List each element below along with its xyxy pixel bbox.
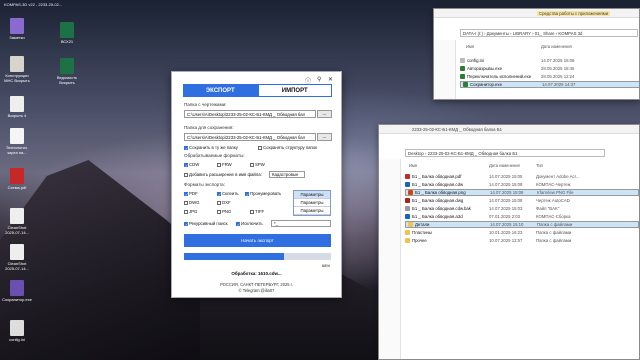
file-row[interactable]: Б1 _ Балка обводная.pdf 14.07.2025 15:05 Д… bbox=[405, 173, 639, 180]
desktop-icon[interactable]: Вскрыть 4 bbox=[2, 96, 32, 118]
frw-checkbox[interactable]: FRW bbox=[217, 162, 232, 167]
col-name[interactable]: Имя bbox=[409, 163, 417, 168]
tab-import[interactable]: ИМПОРТ bbox=[257, 84, 332, 97]
address-bar[interactable]: Desktop › 2233-25-02-КС-Б1-КМД _ Обводна… bbox=[405, 149, 605, 157]
top-title: KOMPAS-3D v22 - 2233-25-02... bbox=[4, 2, 63, 7]
keep-structure-checkbox[interactable]: Сохранять структуру папок bbox=[258, 145, 317, 150]
desktop-icon[interactable]: Конструкции МНС Вскрыть bbox=[2, 56, 32, 83]
file-row[interactable]: Б1 _ Балка обводная.cdw.bak 14.07.2025 15… bbox=[405, 205, 639, 212]
file-row[interactable]: Б1 _ Балка обводная.a3d 07.01.2025 2:03 КО… bbox=[405, 213, 639, 220]
add-ext-field[interactable]: Кадастровые bbox=[269, 171, 305, 178]
footer-location: РОССИЯ, САНКТ-ПЕТЕРБУРГ, 2025 г. bbox=[220, 282, 293, 287]
save-path-field[interactable]: C:\Users\A\Desktop\2233-25-02-КС-Б1-КМД … bbox=[184, 133, 316, 141]
desktop-icon[interactable]: config.ini bbox=[2, 320, 32, 342]
exclude-checkbox[interactable]: ✓ Исключить bbox=[236, 221, 263, 226]
jpg-checkbox[interactable]: JPG bbox=[184, 209, 197, 214]
number-checkbox[interactable]: ✓ Пронумеровать bbox=[245, 191, 281, 196]
pdf-icon bbox=[405, 174, 410, 179]
mode-tabs: ЭКСПОРТ ИМПОРТ bbox=[183, 84, 332, 97]
folder-icon bbox=[405, 238, 410, 243]
file-row[interactable]: config.ini 14.07.2025 15:08 bbox=[460, 57, 639, 64]
exe-icon bbox=[460, 66, 465, 71]
drawings-path-field[interactable]: C:\Users\A\Desktop\2233-25-02-КС-Б1-КМД … bbox=[184, 110, 316, 118]
col-type[interactable]: Тип bbox=[536, 163, 543, 168]
png-checkbox[interactable]: PNG bbox=[217, 209, 231, 214]
progress-bar bbox=[184, 253, 331, 260]
desktop-icon[interactable]: CleanShot 2025-07-14... bbox=[2, 244, 32, 271]
close-icon[interactable]: ✕ bbox=[328, 76, 333, 83]
explorer-window-top: Средства работы с приложениями DATA-I (I… bbox=[433, 8, 640, 100]
nav-pane bbox=[434, 40, 456, 99]
folder-row[interactable]: Прочее 10.07.2025 12:57 Папка с файлами bbox=[405, 237, 639, 244]
drawings-label: Папка с чертежами: bbox=[184, 102, 227, 107]
file-row[interactable]: Б1 _ Балка обводная.png 14.07.2025 15:08 I… bbox=[405, 189, 639, 196]
pin-icon[interactable]: ⚲ bbox=[317, 76, 321, 83]
tiff-checkbox[interactable]: TIFF bbox=[250, 209, 264, 214]
exe-icon bbox=[460, 74, 465, 79]
pdf-checkbox[interactable]: ✓ PDF bbox=[184, 191, 198, 196]
dwg-icon bbox=[405, 198, 410, 203]
desktop-icon[interactable]: CleanShot 2025-07-14... bbox=[2, 208, 32, 235]
merge-checkbox[interactable]: ✓ Склеить bbox=[217, 191, 239, 196]
col-date[interactable]: Дата изменения bbox=[489, 163, 520, 168]
file-icon bbox=[460, 58, 465, 63]
folder-icon bbox=[405, 230, 410, 235]
folder-row[interactable]: Детали 14.07.2025 15:10 Папка с файлами bbox=[405, 221, 639, 228]
add-ext-checkbox[interactable]: Добавить расширение в имя файла: bbox=[184, 172, 262, 177]
browse-drawings-button[interactable]: ... bbox=[317, 110, 332, 118]
file-row[interactable]: Переключатель исполнений.exe 28.05.2025 1… bbox=[460, 73, 639, 80]
exe-icon bbox=[463, 82, 468, 87]
desktop-icon[interactable]: Ведомость Вскрыть bbox=[52, 58, 82, 85]
a3d-icon bbox=[405, 214, 410, 219]
file-row[interactable]: Б1 _ Балка обводная.dwg 14.07.2025 15:08 Ч… bbox=[405, 197, 639, 204]
cdw-checkbox[interactable]: ✓ CDW bbox=[184, 162, 199, 167]
bak-icon bbox=[405, 206, 410, 211]
dxf-checkbox[interactable]: DXF bbox=[217, 200, 231, 205]
col-date[interactable]: Дата изменения bbox=[541, 44, 572, 49]
recursive-checkbox[interactable]: ✓ Рекурсивный поиск bbox=[184, 221, 228, 226]
params-option[interactable]: Параметры bbox=[294, 199, 330, 207]
desktop-icon[interactable]: ВСХ21 bbox=[52, 22, 82, 44]
footer-telegram: © Telegram:@ilia07 bbox=[238, 288, 275, 293]
params-option[interactable]: Параметры bbox=[294, 207, 330, 215]
cdw-icon bbox=[405, 182, 410, 187]
explorer-window-bottom: 2233-25-02-КС-Б1-КМД _ Обводная балка Б1… bbox=[378, 124, 640, 360]
folder-icon bbox=[408, 222, 413, 227]
process-formats-label: Обрабатываемые форматы: bbox=[184, 153, 245, 158]
address-bar[interactable]: DATA-I (I:) › Документы › LIBRARY › 01_ … bbox=[460, 29, 638, 37]
file-row[interactable]: Сохранитор.exe 14.07.2025 14:37 bbox=[460, 81, 639, 88]
ribbon: Средства работы с приложениями bbox=[434, 9, 639, 18]
params-option[interactable]: Параметры bbox=[294, 191, 330, 199]
save-label: Папка для сохранения: bbox=[184, 125, 234, 130]
exclude-field[interactable]: *_ bbox=[271, 220, 331, 227]
nav-pane bbox=[379, 159, 401, 359]
params-dropdown: Параметры Параметры Параметры bbox=[293, 190, 331, 216]
desktop-icon[interactable]: Заметки bbox=[2, 18, 32, 40]
spw-checkbox[interactable]: SPW bbox=[250, 162, 265, 167]
file-row[interactable]: Авторазрывы.exe 28.05.2025 18:45 bbox=[460, 65, 639, 72]
desktop-icon[interactable]: Схема.pdf bbox=[2, 168, 32, 190]
desktop-icon[interactable]: Сохранитор.exe bbox=[2, 280, 32, 302]
progress-percent: 68% bbox=[322, 263, 331, 268]
col-name[interactable]: Имя bbox=[466, 44, 474, 49]
folder-row[interactable]: Пластины 10.01.2025 16:23 Папка с файлами bbox=[405, 229, 639, 236]
titlebar: 2233-25-02-КС-Б1-КМД _ Обводная балка Б1 bbox=[379, 125, 639, 134]
same-folder-checkbox[interactable]: ✓ Сохранить в ту же папку bbox=[184, 145, 238, 150]
processing-status: Обработка: 1610.cdw... bbox=[231, 271, 282, 276]
export-formats-label: Форматы экспорта: bbox=[184, 182, 225, 187]
desktop-icon[interactable]: Технологич. карта на... bbox=[2, 128, 32, 155]
tab-export[interactable]: ЭКСПОРТ bbox=[183, 84, 258, 97]
start-export-button[interactable]: Начать экспорт bbox=[184, 234, 331, 247]
dwg-checkbox[interactable]: DWG bbox=[184, 200, 200, 205]
progress-fill bbox=[184, 253, 284, 260]
file-row[interactable]: Б1 _ Балка обводная.cdw 14.07.2025 15:08 К… bbox=[405, 181, 639, 188]
browse-save-button[interactable]: ... bbox=[317, 133, 332, 141]
png-icon bbox=[408, 190, 413, 195]
